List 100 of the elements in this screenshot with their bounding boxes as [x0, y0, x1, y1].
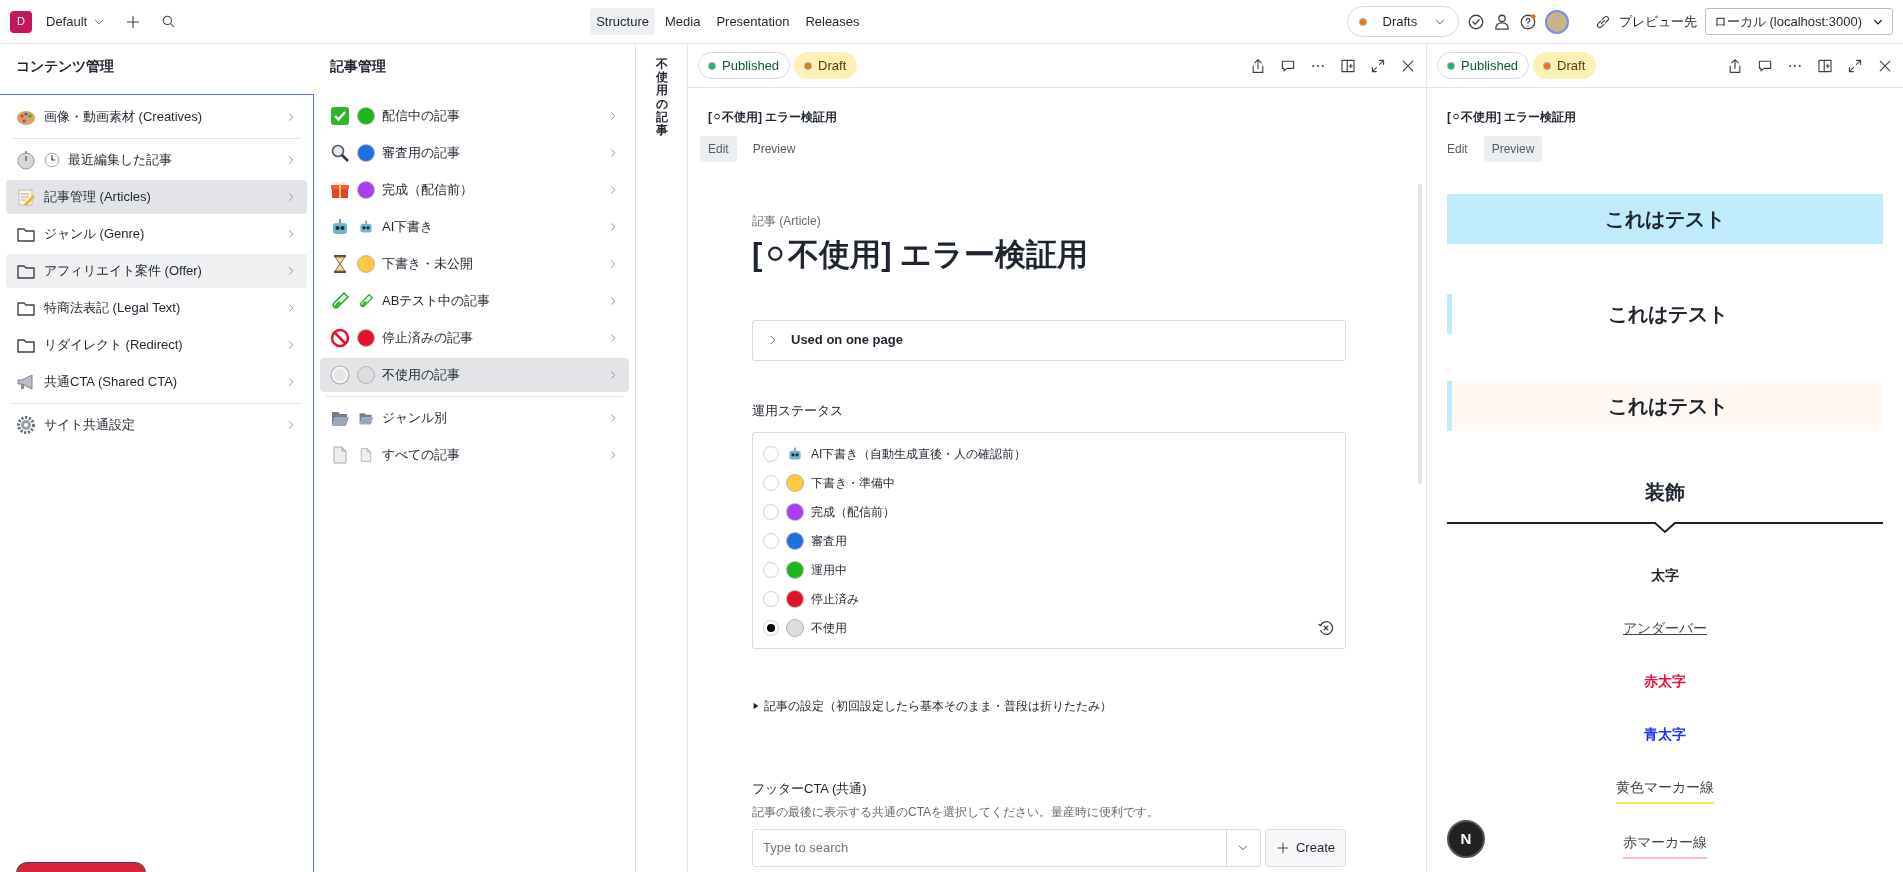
nav-item[interactable]: 特商法表記 (Legal Text): [6, 291, 307, 325]
search-icon: [161, 14, 177, 29]
preview-text: 太字: [1651, 565, 1679, 585]
clear-icon[interactable]: [1317, 618, 1335, 637]
nav-tab[interactable]: Presentation: [710, 7, 796, 36]
option-label: 完成（配信前）: [811, 503, 895, 521]
checkmark-icon: [330, 106, 350, 126]
nav-item[interactable]: 配信中の記事: [320, 99, 629, 133]
preview-text: 赤太字: [1644, 671, 1686, 691]
magnifier-icon: [330, 143, 350, 163]
robot-icon: [330, 217, 350, 237]
nav-item[interactable]: すべての記事: [320, 438, 629, 472]
preview-text: アンダーバー: [1623, 618, 1707, 638]
link-icon: [1594, 13, 1611, 30]
preview-text: 青太字: [1644, 724, 1686, 744]
document-title: [⚪不使用] エラー検証用: [707, 109, 839, 126]
share-icon[interactable]: [1250, 57, 1266, 74]
disclosure-triangle-icon[interactable]: [752, 702, 760, 711]
folder-icon: [358, 410, 374, 426]
nav-item[interactable]: 下書き・未公開: [320, 247, 629, 281]
nav-item[interactable]: リダイレクト (Redirect): [6, 328, 307, 362]
nav-item[interactable]: 停止済みの記事: [320, 321, 629, 355]
view-tab[interactable]: Preview: [744, 136, 804, 163]
nav-item[interactable]: ジャンル (Genre): [6, 217, 307, 251]
nav-item[interactable]: サイト共通設定: [6, 408, 307, 442]
help-icon[interactable]: [1518, 12, 1537, 31]
collapsed-pane-title[interactable]: 不使用の記事: [655, 58, 668, 138]
document-title: [⚪不使用] エラー検証用: [1446, 109, 1578, 126]
pane-title: コンテンツ管理: [15, 57, 115, 76]
user-avatar[interactable]: [1544, 9, 1569, 34]
document-icon: [330, 445, 350, 465]
draft-pill[interactable]: Draft: [1533, 51, 1597, 80]
document-type-label: 記事 (Article): [752, 213, 822, 231]
reference-search-field[interactable]: Type to search: [752, 828, 1227, 867]
test-tube-icon: [358, 293, 374, 309]
option-label: 不使用: [811, 619, 847, 637]
nav-item[interactable]: 不使用の記事: [320, 358, 629, 392]
nav-item[interactable]: 審査用の記事: [320, 136, 629, 170]
clock-icon: [44, 152, 60, 168]
robot-icon: [358, 219, 374, 235]
field-label: フッターCTA (共通): [752, 780, 868, 799]
view-tab[interactable]: Edit: [1439, 136, 1476, 163]
section-toggle[interactable]: 記事の設定（初回設定したら基本そのまま・普段は折りたたみ）: [764, 697, 1112, 716]
split-pane-icon[interactable]: [1340, 57, 1356, 74]
share-icon[interactable]: [1727, 57, 1743, 74]
create-button[interactable]: Create: [1264, 828, 1346, 867]
people-icon[interactable]: [1492, 12, 1511, 31]
nav-item[interactable]: ジャンル別: [320, 401, 629, 435]
pane-title: 記事管理: [329, 57, 387, 76]
nav-item[interactable]: 画像・動画素材 (Creatives): [6, 100, 307, 134]
draft-pill[interactable]: Draft: [794, 51, 858, 80]
plus-icon: [125, 13, 142, 30]
nav-item[interactable]: 記事管理 (Articles): [6, 180, 307, 214]
nav-item[interactable]: ABテスト中の記事: [320, 284, 629, 318]
plus-icon: [1275, 840, 1290, 855]
prohibited-icon: [330, 328, 350, 348]
nav-item[interactable]: アフィリエイト案件 (Offer): [6, 254, 307, 288]
stopwatch-icon: [16, 150, 36, 170]
preview-text: 赤マーカー線: [1623, 827, 1707, 859]
field-description: 記事の最後に表示する共通のCTAを選択してください。量産時に便利です。: [752, 803, 1161, 821]
nav-item[interactable]: 完成（配信前）: [320, 173, 629, 207]
preview-heading: これはテスト: [1447, 381, 1883, 432]
gear-icon: [16, 415, 36, 435]
nav-tab[interactable]: Media: [658, 7, 707, 36]
preview-text: 黄色マーカー線: [1616, 772, 1714, 804]
nav-tab[interactable]: Releases: [799, 7, 866, 36]
option-label: 運用中: [811, 561, 847, 579]
gift-icon: [330, 180, 350, 200]
workspace-avatar[interactable]: D: [10, 10, 32, 33]
expand-icon[interactable]: [1370, 57, 1386, 74]
nav-tab[interactable]: Structure: [590, 7, 655, 36]
preview-heading: 装飾: [1644, 480, 1686, 506]
dev-badge[interactable]: N: [1447, 820, 1485, 858]
view-tab[interactable]: Edit: [700, 136, 737, 163]
preview-target-select[interactable]: ローカル (localhost:3000): [1704, 7, 1893, 36]
field-label: 運用ステータス: [752, 401, 844, 420]
option-label: 停止済み: [811, 590, 859, 608]
nav-item[interactable]: 最近編集した記事: [6, 143, 307, 177]
check-circle-icon[interactable]: [1466, 12, 1485, 31]
split-pane-icon[interactable]: [1817, 57, 1833, 74]
preview-heading: これはテスト: [1447, 294, 1883, 335]
megaphone-icon: [16, 372, 36, 392]
option-label: 下書き・準備中: [811, 474, 895, 492]
document-heading: [⚪不使用] エラー検証用: [752, 236, 1090, 274]
nav-item[interactable]: 共通CTA (Shared CTA): [6, 365, 307, 399]
memo-icon: [16, 187, 36, 207]
option-label: AI下書き（自動生成直後・人の確認前）: [811, 445, 1027, 463]
nav-item[interactable]: AI下書き: [320, 210, 629, 244]
test-tube-icon: [330, 291, 350, 311]
document-icon: [358, 447, 374, 463]
circle-icon: [330, 365, 350, 385]
robot-icon: [787, 445, 803, 462]
view-tab[interactable]: Preview: [1483, 136, 1543, 163]
expand-icon[interactable]: [1847, 57, 1863, 74]
usage-disclosure[interactable]: Used on one page: [752, 319, 1346, 361]
workspace-selector[interactable]: Default: [40, 7, 112, 36]
option-label: 審査用: [811, 532, 847, 550]
preview-heading: これはテスト: [1447, 194, 1883, 245]
perspective-dot: [1359, 18, 1366, 25]
preview-target-label: プレビュー先: [1618, 12, 1697, 31]
